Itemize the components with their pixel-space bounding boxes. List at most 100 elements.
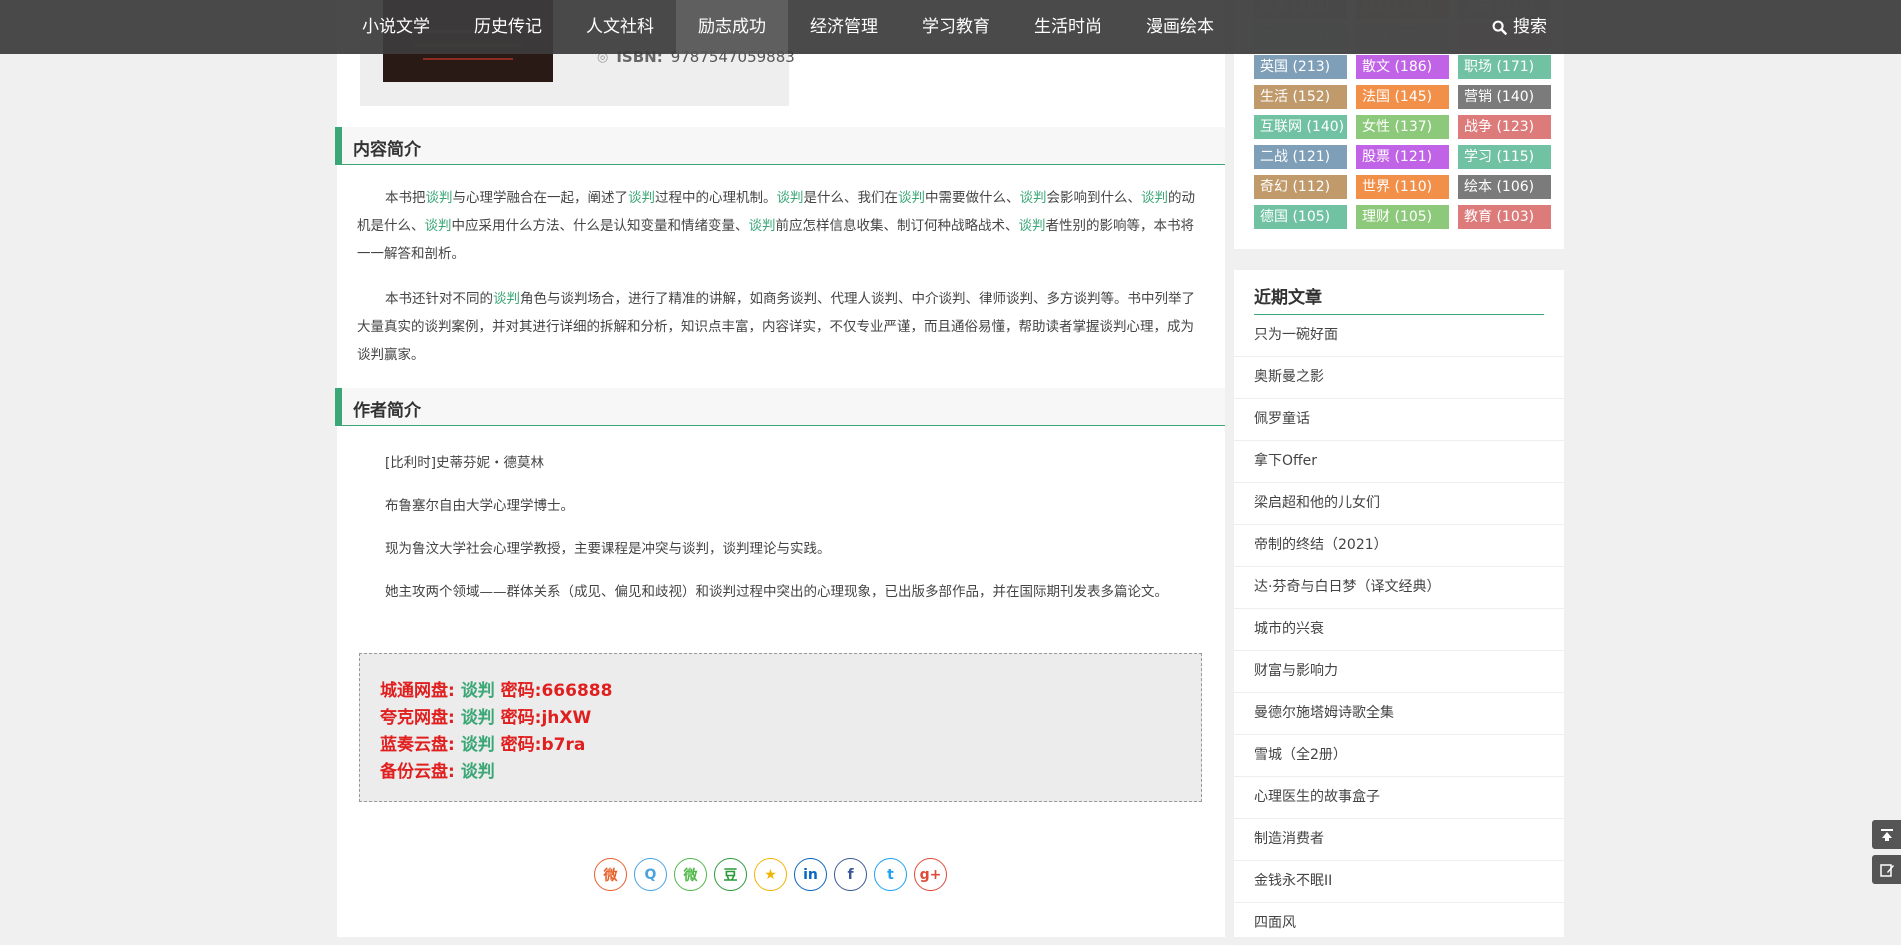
recent-posts-title: 近期文章 [1254,288,1322,308]
paragraph-text: 是什么、我们在 [803,190,899,206]
download-label: 蓝奏云盘: [380,735,455,755]
recent-posts-list: 只为一碗好面 奥斯曼之影 佩罗童话 拿下Offer 梁启超和他的儿女们 帝制的终结（202… [1234,315,1564,945]
nav-item[interactable]: 学习教育 [900,0,1012,54]
recent-post-link[interactable]: 帝制的终结（2021） [1234,525,1564,567]
recent-post-link[interactable]: 梁启超和他的儿女们 [1234,483,1564,525]
recent-post-link[interactable]: 雪城（全2册） [1234,735,1564,777]
author-line-position: 现为鲁汶大学社会心理学教授，主要课程是冲突与谈判，谈判理论与实践。 [385,541,831,557]
keyword-link[interactable]: 谈判 [1020,190,1047,206]
intro-heading: 内容简介 [353,140,421,160]
tag-link[interactable]: 理财 (105) [1356,205,1449,229]
qzone-icon[interactable]: ★ [754,858,787,891]
keyword-link[interactable]: 谈判 [777,190,804,206]
keyword-link[interactable]: 谈判 [628,190,655,206]
download-link[interactable]: 谈判 [461,762,495,782]
nav-item[interactable]: 历史传记 [452,0,564,54]
nav-item[interactable]: 生活时尚 [1012,0,1124,54]
recent-post-link[interactable]: 拿下Offer [1234,441,1564,483]
author-line-name: [比利时]史蒂芬妮・德莫林 [385,455,545,471]
tag-link[interactable]: 散文 (186) [1356,55,1449,79]
back-to-top-button[interactable] [1872,820,1901,849]
nav-item[interactable]: 人文社科 [564,0,676,54]
recent-post-link[interactable]: 只为一碗好面 [1234,315,1564,357]
keyword-link[interactable]: 谈判 [749,218,776,234]
password-value: jhXW [541,708,592,728]
tag-link[interactable]: 世界 (110) [1356,175,1449,199]
keyword-link[interactable]: 谈判 [426,190,453,206]
download-row: 城通网盘: 谈判 密码:666888 [380,676,612,701]
linkedin-icon[interactable]: in [794,858,827,891]
download-link[interactable]: 谈判 [461,708,495,728]
author-line-research: 她主攻两个领域——群体关系（成见、偏见和歧视）和谈判过程中突出的心理现象，已出版… [385,584,1168,600]
googleplus-icon[interactable]: g+ [914,858,947,891]
paragraph-text: 中需要做什么、 [925,190,1020,206]
password-value: 666888 [541,681,613,701]
keyword-link[interactable]: 谈判 [1141,190,1168,206]
tag-link[interactable]: 英国 (213) [1254,55,1347,79]
tag-link[interactable]: 战争 (123) [1458,115,1551,139]
download-label: 夸克网盘: [380,708,455,728]
search-button[interactable]: 搜索 [1492,0,1547,54]
wechat-icon[interactable]: 微 [674,858,707,891]
facebook-icon[interactable]: f [834,858,867,891]
password-label: 密码: [500,735,542,755]
top-navbar: 小说文学 历史传记 人文社科 励志成功 经济管理 学习教育 生活时尚 漫画绘本 搜索 [0,0,1901,54]
recent-posts-panel: 近期文章 只为一碗好面 奥斯曼之影 佩罗童话 拿下Offer 梁启超和他的儿女们 帝制的终… [1234,270,1564,945]
recent-post-link[interactable]: 城市的兴衰 [1234,609,1564,651]
keyword-link[interactable]: 谈判 [1019,218,1046,234]
download-label: 城通网盘: [380,681,455,701]
tag-link[interactable]: 教育 (103) [1458,205,1551,229]
tag-link[interactable]: 绘本 (106) [1458,175,1551,199]
keyword-link[interactable]: 谈判 [898,190,925,206]
password-label: 密码: [500,681,542,701]
paragraph-text: 前应怎样信息收集、制订何种战略战术、 [775,218,1019,234]
tag-link[interactable]: 互联网 (140) [1254,115,1347,139]
weibo-icon[interactable]: 微 [594,858,627,891]
keyword-link[interactable]: 谈判 [425,218,452,234]
recent-post-link[interactable]: 佩罗童话 [1234,399,1564,441]
intro-paragraph-1: 本书把谈判与心理学融合在一起，阐述了谈判过程中的心理机制。谈判是什么、我们在谈判… [357,184,1202,268]
recent-post-link[interactable]: 心理医生的故事盒子 [1234,777,1564,819]
tag-link[interactable]: 生活 (152) [1254,85,1347,109]
tag-link[interactable]: 职场 (171) [1458,55,1551,79]
intro-paragraph-2: 本书还针对不同的谈判角色与谈判场合，进行了精准的讲解，如商务谈判、代理人谈判、中… [357,285,1202,369]
download-row: 蓝奏云盘: 谈判 密码:b7ra [380,730,585,755]
password-label: 密码: [500,708,542,728]
comment-button[interactable] [1872,855,1901,884]
tag-link[interactable]: 营销 (140) [1458,85,1551,109]
download-link[interactable]: 谈判 [461,735,495,755]
download-row: 备份云盘: 谈判 [380,757,495,782]
qq-icon[interactable]: Q [634,858,667,891]
paragraph-text: 中应采用什么方法、什么是认知变量和情绪变量、 [451,218,749,234]
arrow-up-icon [1880,828,1893,841]
keyword-link[interactable]: 谈判 [493,291,520,307]
recent-post-link[interactable]: 达·芬奇与白日梦（译文经典） [1234,567,1564,609]
tag-link[interactable]: 德国 (105) [1254,205,1347,229]
nav-item[interactable]: 小说文学 [340,0,452,54]
download-label: 备份云盘: [380,762,455,782]
paragraph-text: 本书还针对不同的 [385,291,493,307]
download-links-box: 城通网盘: 谈判 密码:666888 夸克网盘: 谈判 密码:jhXW 蓝奏云盘… [359,653,1202,802]
nav-item[interactable]: 励志成功 [676,0,788,54]
recent-post-link[interactable]: 曼德尔施塔姆诗歌全集 [1234,693,1564,735]
recent-post-link[interactable]: 金钱永不眠II [1234,861,1564,903]
tag-link[interactable]: 学习 (115) [1458,145,1551,169]
nav-item[interactable]: 经济管理 [788,0,900,54]
author-line-degree: 布鲁塞尔自由大学心理学博士。 [385,498,574,514]
recent-post-link[interactable]: 制造消费者 [1234,819,1564,861]
paragraph-text: 会影响到什么、 [1046,190,1142,206]
recent-post-link[interactable]: 奥斯曼之影 [1234,357,1564,399]
tag-link[interactable]: 二战 (121) [1254,145,1347,169]
author-heading-bar: 作者简介 [335,388,1225,426]
nav-item[interactable]: 漫画绘本 [1124,0,1236,54]
tag-link[interactable]: 女性 (137) [1356,115,1449,139]
recent-post-link[interactable]: 四面风 [1234,903,1564,945]
douban-icon[interactable]: 豆 [714,858,747,891]
tag-link[interactable]: 法国 (145) [1356,85,1449,109]
twitter-icon[interactable]: t [874,858,907,891]
recent-post-link[interactable]: 财富与影响力 [1234,651,1564,693]
tag-link[interactable]: 股票 (121) [1356,145,1449,169]
download-row: 夸克网盘: 谈判 密码:jhXW [380,703,591,728]
download-link[interactable]: 谈判 [461,681,495,701]
tag-link[interactable]: 奇幻 (112) [1254,175,1347,199]
